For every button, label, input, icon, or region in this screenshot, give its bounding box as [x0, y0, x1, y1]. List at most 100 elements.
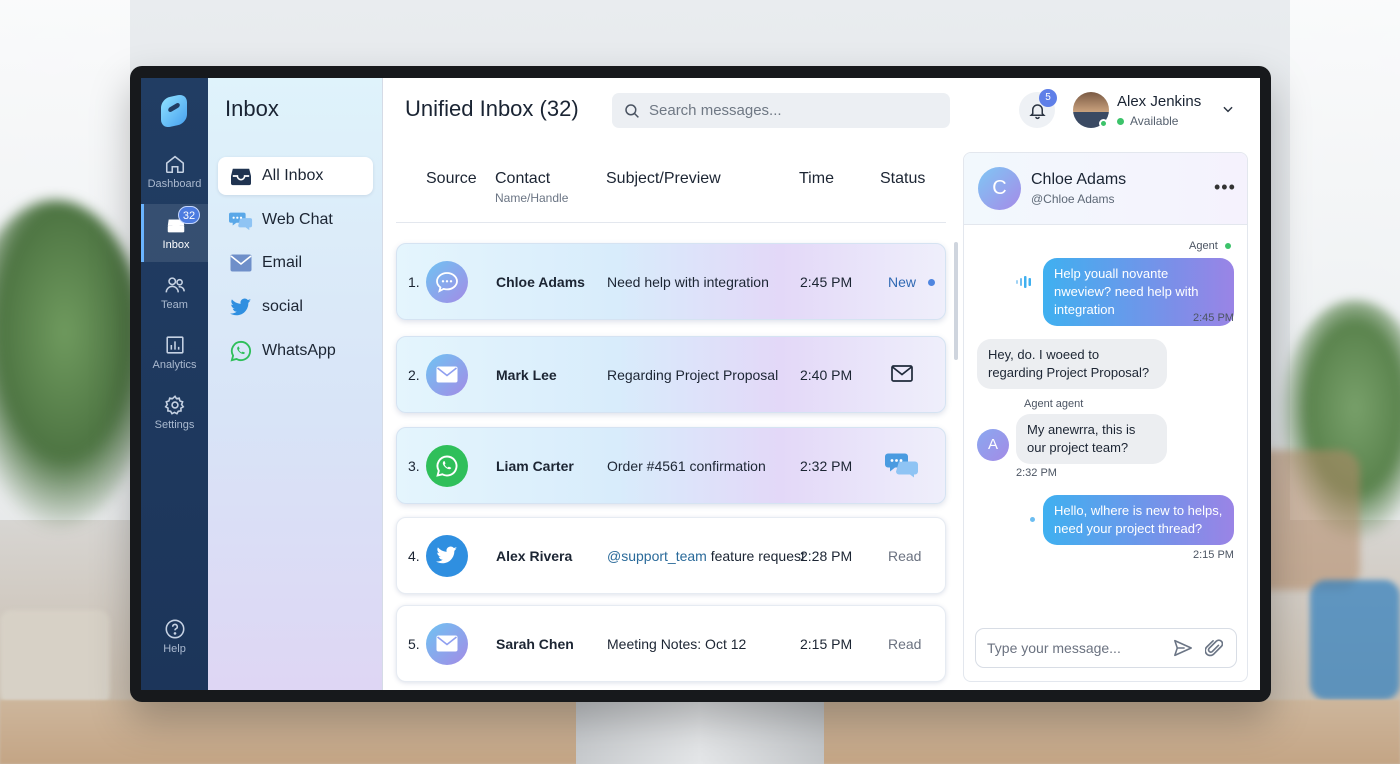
- envelope-icon: [229, 251, 253, 275]
- column-header-source[interactable]: Source: [426, 170, 477, 188]
- rail-item-inbox[interactable]: Inbox 32: [141, 204, 208, 262]
- chat-bubble-icon: [426, 260, 468, 303]
- twitter-bird-icon: [426, 534, 468, 577]
- message-time: 2:32 PM: [1016, 467, 1057, 479]
- table-header: Source Contact Name/Handle Subject/Previ…: [396, 168, 946, 223]
- outgoing-message: Hello, wlhere is new to helps, need your…: [1043, 495, 1234, 545]
- rail-item-label: Analytics: [152, 359, 197, 371]
- status-badge: New: [888, 274, 935, 290]
- folder-all-inbox[interactable]: All Inbox: [218, 157, 373, 195]
- table-row[interactable]: 1. Chloe Adams Need help with integratio…: [396, 243, 946, 320]
- folder-web-chat[interactable]: Web Chat: [218, 201, 373, 239]
- online-dot: [1224, 243, 1231, 249]
- monitor: Dashboard Inbox 32 Team Analytics Settin…: [130, 66, 1271, 702]
- folder-whatsapp[interactable]: WhatsApp: [218, 332, 373, 370]
- send-icon[interactable]: [1173, 639, 1193, 657]
- search-icon: [625, 103, 639, 118]
- status-badge: Read: [888, 635, 922, 652]
- gear-icon: [164, 395, 184, 415]
- row-number: 4.: [408, 547, 420, 564]
- column-header-subject[interactable]: Subject/Preview: [606, 170, 721, 188]
- chat-contact-name: Chloe Adams: [1031, 171, 1127, 188]
- app-logo-icon: [161, 93, 187, 129]
- team-icon: [165, 277, 185, 293]
- search-bar[interactable]: [612, 93, 950, 128]
- message-input[interactable]: [987, 640, 1172, 656]
- folder-social[interactable]: social: [218, 288, 373, 326]
- message-composer: [975, 628, 1237, 668]
- main-panel: Unified Inbox (32) 5 Alex Jenkins Availa…: [383, 78, 1260, 690]
- rail-item-help[interactable]: Help: [141, 618, 208, 676]
- list-scrollbar[interactable]: [954, 242, 958, 360]
- column-header-label: Contact: [495, 170, 551, 187]
- user-status: Available: [1117, 114, 1178, 128]
- row-time: 2:28 PM: [800, 547, 853, 564]
- whatsapp-icon: [229, 339, 253, 363]
- message-sender-label: Agent: [1189, 240, 1231, 252]
- page-title: Unified Inbox (32): [405, 96, 579, 121]
- row-time: 2:45 PM: [800, 273, 853, 290]
- row-contact: Liam Carter: [496, 457, 574, 474]
- row-subject: Meeting Notes: Oct 12: [607, 635, 747, 652]
- more-options-icon[interactable]: •••: [1214, 177, 1236, 198]
- rail-item-analytics[interactable]: Analytics: [141, 334, 208, 392]
- folder-panel: Inbox All Inbox Web Chat Email social Wh…: [208, 78, 383, 690]
- row-number: 3.: [408, 457, 420, 474]
- home-icon: [165, 155, 184, 174]
- agent-avatar: A: [977, 429, 1009, 461]
- sender-label-text: Agent: [1189, 240, 1218, 252]
- chevron-down-icon[interactable]: [1221, 102, 1235, 116]
- search-input[interactable]: [649, 102, 929, 119]
- rail-item-label: Help: [163, 643, 186, 655]
- row-subject: Regarding Project Proposal: [607, 366, 779, 383]
- bar-chart-icon: [165, 336, 184, 354]
- paperclip-icon[interactable]: [1205, 638, 1223, 658]
- message-time: 2:45 PM: [1193, 312, 1234, 324]
- incoming-message: My anewrra, this is our project team?: [1016, 414, 1167, 464]
- mention-link[interactable]: @support_team: [607, 548, 707, 564]
- rail-item-label: Settings: [154, 419, 195, 431]
- inbox-count-badge: 32: [178, 206, 200, 224]
- column-header-contact[interactable]: Contact Name/Handle: [495, 170, 568, 205]
- row-contact: Alex Rivera: [496, 547, 573, 564]
- folder-label: social: [262, 298, 303, 315]
- table-row[interactable]: 5. Sarah Chen Meeting Notes: Oct 12 2:15…: [396, 605, 946, 682]
- rail-item-label: Dashboard: [147, 178, 202, 190]
- chat-panel: C Chloe Adams @Chloe Adams ••• Agent Hel…: [963, 152, 1248, 682]
- notification-count-badge: 5: [1039, 89, 1057, 107]
- rail-item-dashboard[interactable]: Dashboard: [141, 153, 208, 211]
- envelope-icon: [426, 353, 468, 396]
- folder-email[interactable]: Email: [218, 244, 373, 282]
- envelope-icon: [426, 622, 468, 665]
- column-header-sublabel: Name/Handle: [495, 191, 569, 205]
- contact-avatar[interactable]: C: [978, 167, 1021, 210]
- app-screen: Dashboard Inbox 32 Team Analytics Settin…: [141, 78, 1260, 690]
- chat-header: C Chloe Adams @Chloe Adams •••: [964, 153, 1247, 225]
- row-contact: Chloe Adams: [496, 273, 585, 290]
- row-subject: Need help with integration: [607, 273, 769, 290]
- envelope-icon: [891, 364, 913, 385]
- row-time: 2:32 PM: [800, 457, 853, 474]
- message-sender-label: Agent agent: [1024, 398, 1084, 410]
- folder-label: Web Chat: [262, 211, 333, 228]
- row-number: 2.: [408, 366, 420, 383]
- column-header-status[interactable]: Status: [880, 170, 925, 188]
- rail-item-team[interactable]: Team: [141, 274, 208, 332]
- folder-panel-title: Inbox: [225, 96, 279, 121]
- typing-dot: [1030, 517, 1035, 522]
- table-row[interactable]: 2. Mark Lee Regarding Project Proposal 2…: [396, 336, 946, 413]
- row-time: 2:40 PM: [800, 366, 853, 383]
- column-header-time[interactable]: Time: [799, 170, 834, 188]
- monitor-stand: [576, 700, 824, 764]
- twitter-bird-icon: [229, 295, 253, 319]
- row-number: 1.: [408, 273, 420, 290]
- help-circle-icon: [165, 619, 184, 639]
- message-time: 2:15 PM: [1193, 549, 1234, 561]
- row-subject-text: feature request: [706, 547, 805, 564]
- chat-contact-handle: @Chloe Adams: [1031, 192, 1115, 206]
- rail-item-settings[interactable]: Settings: [141, 394, 208, 452]
- table-row[interactable]: 3. Liam Carter Order #4561 confirmation …: [396, 427, 946, 504]
- folder-label: Email: [262, 254, 303, 271]
- chat-bubbles-icon: [229, 208, 253, 232]
- table-row[interactable]: 4. Alex Rivera @support_team feature req…: [396, 517, 946, 594]
